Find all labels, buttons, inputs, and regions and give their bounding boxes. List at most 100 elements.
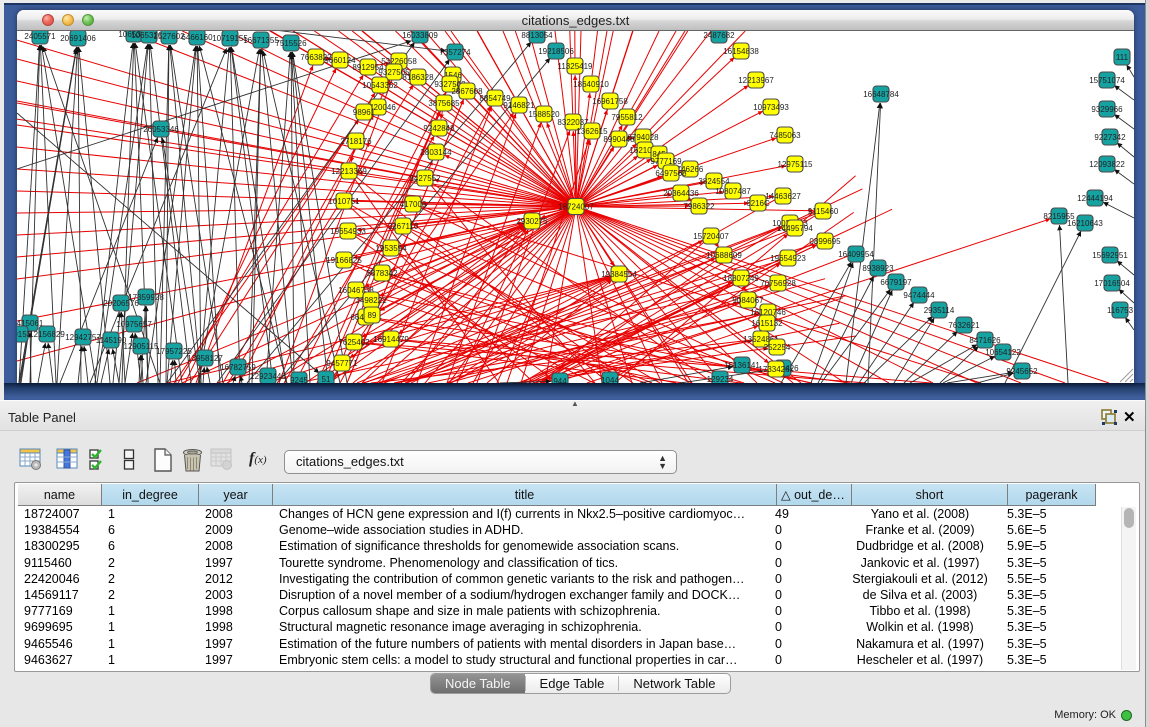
svg-text:51: 51 (322, 375, 331, 383)
svg-text:16210643: 16210643 (1067, 219, 1103, 228)
svg-text:7986322: 7986322 (683, 202, 715, 211)
svg-text:12093822: 12093822 (1089, 160, 1125, 169)
svg-text:18724007: 18724007 (558, 202, 594, 211)
svg-text:12213967: 12213967 (738, 76, 774, 85)
svg-text:9115460: 9115460 (808, 207, 839, 216)
svg-text:19218506: 19218506 (538, 47, 574, 56)
svg-text:9474444: 9474444 (903, 291, 935, 300)
svg-text:5878342: 5878342 (366, 269, 398, 278)
svg-text:10654122: 10654122 (985, 348, 1021, 357)
svg-text:1588520: 1588520 (528, 110, 560, 119)
svg-text:16033809: 16033809 (402, 31, 438, 40)
svg-text:9084067: 9084067 (732, 296, 764, 305)
svg-text:417006: 417006 (400, 200, 427, 209)
svg-text:98961: 98961 (353, 108, 376, 117)
svg-text:18640910: 18640910 (573, 80, 609, 89)
svg-text:2930275: 2930275 (516, 217, 548, 226)
svg-text:12156829: 12156829 (29, 330, 65, 339)
svg-text:9660124: 9660124 (324, 56, 356, 65)
svg-text:1615132: 1615132 (751, 319, 783, 328)
svg-text:18807249: 18807249 (723, 274, 759, 283)
svg-text:17359928: 17359928 (128, 293, 164, 302)
svg-text:1527602: 1527602 (153, 32, 185, 41)
svg-text:12905115: 12905115 (124, 342, 160, 351)
svg-text:20364436: 20364436 (663, 189, 699, 198)
svg-text:19384554: 19384554 (601, 270, 637, 279)
svg-text:12444194: 12444194 (1077, 194, 1113, 203)
svg-text:10973493: 10973493 (753, 103, 789, 112)
svg-text:7515526: 7515526 (275, 39, 307, 48)
svg-text:2803144: 2803144 (420, 148, 452, 157)
svg-text:12213369: 12213369 (331, 167, 367, 176)
svg-text:9457771: 9457771 (326, 359, 358, 368)
svg-text:11325419: 11325419 (558, 62, 594, 71)
svg-text:3498222: 3498222 (355, 296, 387, 305)
svg-text:2405571: 2405571 (24, 32, 56, 41)
svg-text:19654923: 19654923 (770, 254, 806, 263)
svg-text:7357274: 7357274 (439, 48, 471, 57)
svg-text:6466160: 6466160 (181, 33, 213, 42)
svg-text:16914479: 16914479 (373, 335, 409, 344)
svg-text:15751074: 15751074 (1089, 76, 1125, 85)
svg-text:12975115: 12975115 (778, 160, 814, 169)
svg-text:15692951: 15692951 (1092, 251, 1128, 260)
svg-text:10688609: 10688609 (706, 251, 742, 260)
svg-text:14463627: 14463627 (765, 192, 801, 201)
svg-text:2718176: 2718176 (340, 137, 372, 146)
svg-text:15720407: 15720407 (693, 232, 729, 241)
svg-text:6679197: 6679197 (880, 278, 912, 287)
svg-text:7632621: 7632621 (948, 321, 980, 330)
svg-text:3875685: 3875685 (428, 99, 460, 108)
svg-text:1044: 1044 (601, 376, 619, 383)
svg-text:8938923: 8938923 (862, 264, 894, 273)
svg-text:16961758: 16961758 (592, 97, 628, 106)
svg-text:6497568: 6497568 (655, 169, 687, 178)
svg-text:1733426x: 1733426x (758, 365, 793, 374)
svg-text:10543362: 10543362 (362, 81, 398, 90)
svg-text:0899695: 0899695 (809, 237, 841, 246)
svg-text:16154838: 16154838 (723, 47, 759, 56)
svg-text:13958127: 13958127 (187, 354, 223, 363)
svg-text:129234: 129234 (707, 375, 734, 383)
svg-text:12923446: 12923446 (250, 372, 286, 381)
svg-text:9329966: 9329966 (1091, 105, 1123, 114)
svg-text:16409954: 16409954 (838, 250, 874, 259)
svg-text:10975657: 10975657 (116, 320, 152, 329)
svg-text:116753: 116753 (1107, 306, 1134, 315)
svg-text:1145190: 1145190 (96, 336, 127, 345)
svg-text:14495794: 14495794 (777, 224, 813, 233)
svg-text:9245: 9245 (290, 376, 308, 383)
svg-text:9227342: 9227342 (1094, 133, 1126, 142)
svg-text:2487682: 2487682 (703, 31, 735, 40)
svg-text:8427552: 8427552 (409, 174, 441, 183)
svg-text:19166825: 19166825 (326, 256, 362, 265)
svg-text:8813054: 8813054 (521, 31, 553, 40)
svg-text:111: 111 (1116, 53, 1129, 62)
svg-text:9242848: 9242848 (423, 124, 455, 133)
svg-text:2867608: 2867608 (451, 87, 483, 96)
svg-text:9245652: 9245652 (1006, 367, 1038, 376)
svg-text:252254: 252254 (764, 343, 791, 352)
svg-text:8471626: 8471626 (969, 336, 1001, 345)
svg-text:1010751: 1010751 (328, 197, 360, 206)
svg-text:6794028: 6794028 (627, 133, 659, 142)
svg-text:16671355: 16671355 (243, 36, 279, 45)
svg-text:7625402: 7625402 (338, 338, 370, 347)
svg-text:944: 944 (553, 377, 567, 383)
svg-text:20691406: 20691406 (60, 34, 96, 43)
svg-text:16782759: 16782759 (220, 363, 256, 372)
svg-text:89: 89 (368, 311, 377, 320)
svg-text:7955812: 7955812 (611, 113, 643, 122)
svg-text:15136141: 15136141 (724, 361, 760, 370)
svg-text:16648784: 16648784 (863, 90, 899, 99)
svg-text:2935114: 2935114 (924, 306, 955, 315)
svg-text:19654933: 19654933 (330, 227, 366, 236)
svg-text:26053346: 26053346 (143, 125, 179, 134)
svg-text:70756928: 70756928 (760, 279, 796, 288)
svg-text:1953594: 1953594 (375, 244, 407, 253)
svg-text:9146821: 9146821 (503, 101, 535, 110)
svg-text:8186328: 8186328 (402, 73, 434, 82)
svg-text:10807487: 10807487 (715, 187, 751, 196)
svg-text:17016504: 17016504 (1094, 279, 1130, 288)
svg-text:3267110: 3267110 (388, 222, 419, 231)
